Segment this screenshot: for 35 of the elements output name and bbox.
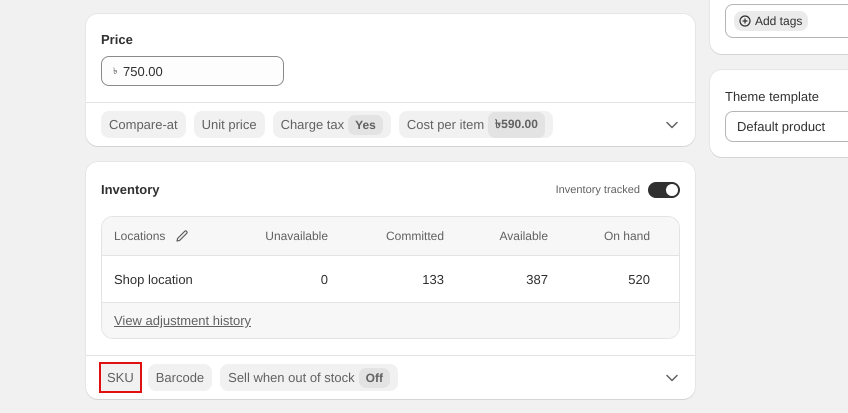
option-button[interactable]: SKU [101,364,140,391]
column-header: Locations [114,229,166,243]
plus-circle-icon [739,15,751,27]
field-label: Theme template [725,89,820,105]
value-badge: Yes [348,114,383,134]
table-cell: 133 [422,272,444,286]
value-badge: ৳590.00 [488,112,545,138]
table-cell: Shop location [114,272,193,286]
template-select[interactable]: Default product [725,111,848,142]
column-header: Unavailable [265,229,328,243]
table-cell: 0 [320,272,328,286]
price-field[interactable]: ৳ 750.00 [101,56,284,86]
option-button[interactable]: Unit price [194,111,265,138]
table-cell: 520 [628,272,650,286]
add-tags-button[interactable]: Add tags [734,11,808,31]
option-button[interactable]: Sell when out of stock Off [220,364,398,391]
chevron-down-icon [666,120,678,128]
option-button[interactable]: Charge tax Yes [272,111,391,138]
column-header: Committed [386,229,444,243]
chevron-down-icon [666,374,678,382]
toggle-label: Inventory tracked [556,184,640,196]
history-link[interactable]: View adjustment history [114,313,252,328]
currency-symbol: ৳ [113,64,117,78]
option-button[interactable]: Cost per item ৳590.00 [398,111,553,138]
value-badge: Off [358,368,390,388]
table-cell: 387 [526,272,548,286]
toggle-switch[interactable] [648,182,680,198]
tags-field[interactable]: Add tags [725,4,848,38]
option-button[interactable]: Compare-at [101,111,186,138]
column-header: Available [500,229,548,243]
section-title: Inventory [101,181,160,199]
pencil-icon [175,229,190,243]
option-button[interactable]: Barcode [148,364,212,391]
section-title: Price [101,31,134,49]
column-header: On hand [604,229,650,243]
